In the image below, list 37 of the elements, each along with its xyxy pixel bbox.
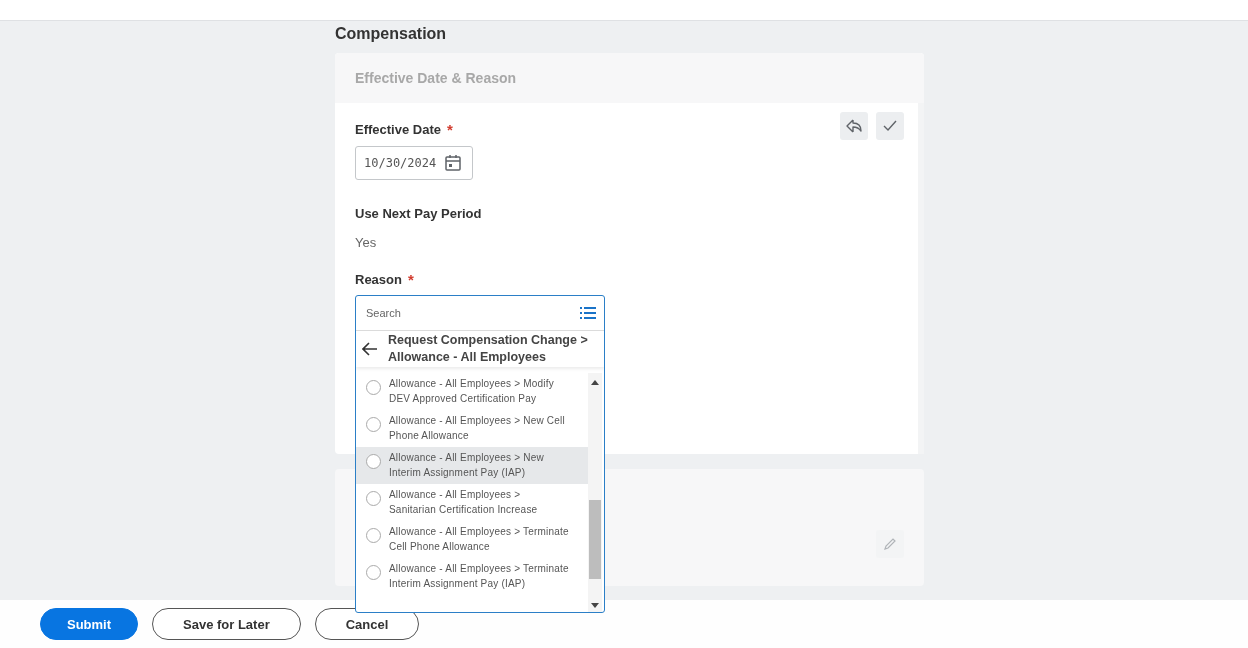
option-item[interactable]: Allowance - All Employees > Modify DEV Approved Certification Pay [356, 373, 588, 410]
submit-button[interactable]: Submit [40, 608, 138, 640]
field-label: Effective Date [355, 122, 441, 137]
page-title: Compensation [335, 24, 447, 44]
radio-button[interactable] [366, 454, 381, 469]
undo-button[interactable] [840, 112, 868, 140]
date-field[interactable]: 10/30/2024 [355, 146, 473, 180]
search-field[interactable]: Search [356, 296, 604, 331]
option-item[interactable]: Allowance - All Employees > New Interim Assignment Pay (IAP) [356, 447, 588, 484]
checkmark-icon [883, 120, 897, 132]
option-item[interactable]: Allowance - All Employees > Terminate Interim Assignment Pay (IAP) [356, 558, 588, 595]
radio-button[interactable] [366, 417, 381, 432]
footer-button[interactable]: Save for Later [152, 608, 301, 640]
calendar-icon[interactable] [444, 154, 463, 172]
field-value: Yes [355, 235, 377, 250]
radio-button[interactable] [366, 565, 381, 580]
field-label: Reason [355, 272, 402, 287]
pencil-icon [883, 537, 897, 551]
breadcrumb: Request Compensation Change > Allowance - All Employees [388, 332, 588, 366]
radio-button[interactable] [366, 528, 381, 543]
scrollbar[interactable] [588, 373, 602, 612]
list-icon[interactable] [580, 306, 596, 320]
required-asterisk: * [407, 271, 414, 288]
field-label: Use Next Pay Period [355, 206, 482, 221]
undo-icon [846, 119, 862, 133]
radio-button[interactable] [366, 491, 381, 506]
edit-button[interactable] [876, 530, 904, 558]
back-arrow-icon[interactable] [362, 342, 378, 356]
card-title: Effective Date & Reason [355, 70, 517, 86]
option-item[interactable]: Allowance - All Employees > Sanitarian Certification Increase [356, 484, 588, 521]
required-asterisk: * [447, 121, 453, 138]
scroll-down-icon[interactable] [591, 603, 599, 608]
confirm-button[interactable] [876, 112, 904, 140]
scroll-up-icon[interactable] [591, 380, 599, 385]
option-item[interactable]: Allowance - All Employees > Terminate Cell Phone Allowance [356, 521, 588, 558]
option-item[interactable]: Allowance - All Employees > New Cell Phone Allowance [356, 410, 588, 447]
radio-button[interactable] [366, 380, 381, 395]
